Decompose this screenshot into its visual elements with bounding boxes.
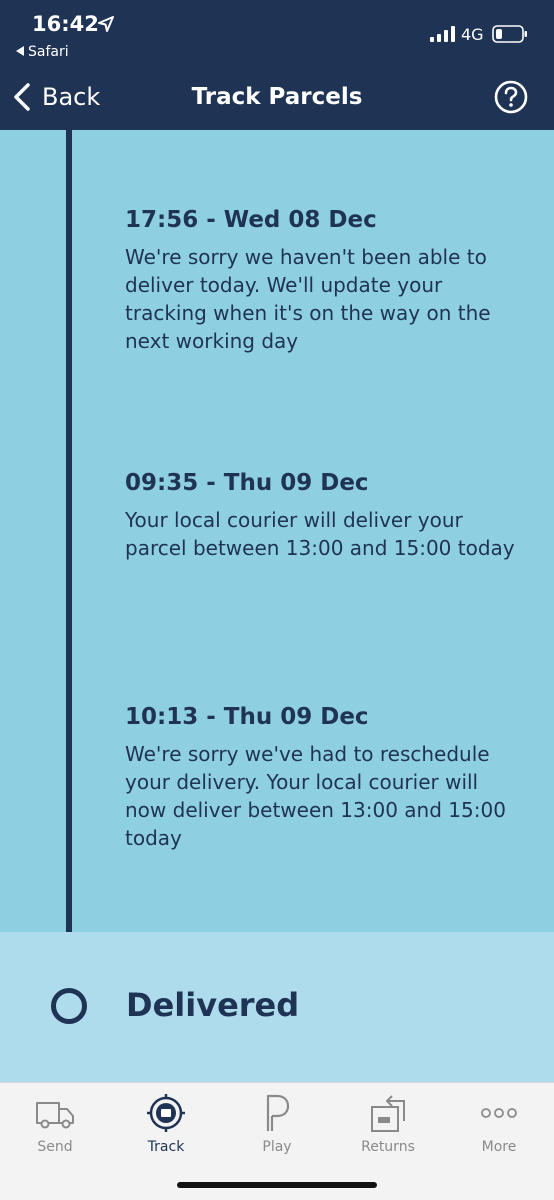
event-time: 17:56 - Wed 08 Dec [125, 207, 377, 233]
help-icon[interactable] [494, 80, 528, 114]
battery-icon [492, 25, 527, 43]
back-to-app-link[interactable]: Safari [16, 44, 69, 60]
tab-returns[interactable]: Returns [333, 1091, 443, 1155]
tab-send[interactable]: Send [0, 1091, 110, 1155]
tab-label: Returns [361, 1139, 415, 1155]
back-app-label: Safari [28, 44, 69, 60]
header: 16:42 Safari 4G Back Track Parcels [0, 0, 554, 130]
tab-more[interactable]: More [444, 1091, 554, 1155]
event-description: We're sorry we haven't been able to deli… [125, 245, 491, 353]
event-time: 09:35 - Thu 09 Dec [125, 470, 369, 496]
signal-icon [430, 26, 455, 42]
status-time: 16:42 [32, 12, 99, 36]
returns-box-icon [371, 1095, 405, 1132]
event-description: We're sorry we've had to reschedule your… [125, 742, 506, 850]
location-arrow-icon [98, 16, 114, 32]
tab-label: More [481, 1139, 517, 1155]
delivered-status: Delivered [126, 986, 300, 1024]
tracking-event: 17:56 - Wed 08 Dec We're sorry we haven'… [125, 205, 525, 355]
back-triangle-icon [16, 46, 24, 56]
timeline-line [66, 130, 72, 992]
network-type: 4G [461, 25, 484, 44]
timeline-end-circle-icon [51, 988, 87, 1024]
tracking-event: 10:13 - Thu 09 Dec We're sorry we've had… [125, 702, 525, 852]
van-icon [36, 1102, 74, 1129]
tab-label: Track [147, 1139, 185, 1155]
event-time: 10:13 - Thu 09 Dec [125, 704, 369, 730]
tab-label: Send [37, 1139, 73, 1155]
event-description: Your local courier will deliver your par… [125, 508, 515, 560]
tab-track[interactable]: Track [111, 1091, 221, 1155]
tab-play[interactable]: Play [222, 1091, 332, 1155]
play-p-icon [266, 1094, 290, 1131]
tracking-event: 09:35 - Thu 09 Dec Your local courier wi… [125, 468, 525, 562]
page-title: Track Parcels [191, 84, 363, 110]
tab-label: Play [262, 1139, 292, 1155]
more-dots-icon [481, 1108, 517, 1118]
target-icon [147, 1094, 185, 1132]
home-indicator[interactable] [177, 1182, 377, 1188]
